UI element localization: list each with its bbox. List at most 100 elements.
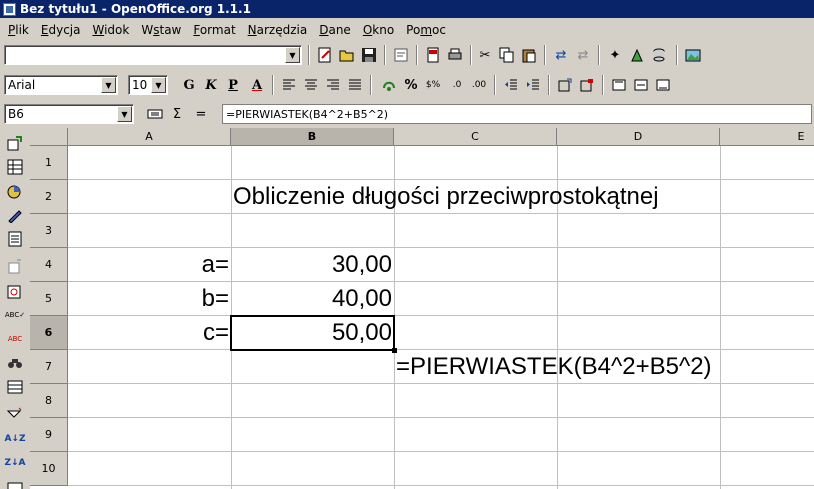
row-header-1[interactable]: 1 bbox=[30, 146, 68, 180]
sort-ascending-icon[interactable]: A↓Z bbox=[4, 428, 26, 450]
percent-format-icon[interactable]: % bbox=[400, 74, 422, 96]
edit-autofilter-icon[interactable] bbox=[4, 256, 26, 278]
chevron-down-icon[interactable]: ▼ bbox=[151, 77, 166, 93]
toolbar-separator bbox=[308, 45, 310, 65]
underline-button[interactable]: P bbox=[222, 74, 244, 96]
currency-format-icon[interactable] bbox=[378, 74, 400, 96]
stylist-icon[interactable] bbox=[626, 44, 648, 66]
delete-decimal-icon[interactable]: .00 bbox=[468, 74, 490, 96]
edit-file-icon[interactable] bbox=[314, 44, 336, 66]
url-combo[interactable]: ▼ bbox=[4, 45, 302, 65]
formula-input[interactable]: =PIERWIASTEK(B4^2+B5^2) bbox=[222, 104, 812, 124]
background-color-icon[interactable] bbox=[576, 74, 598, 96]
insert-icon[interactable] bbox=[4, 132, 26, 154]
align-top-icon[interactable] bbox=[608, 74, 630, 96]
column-header-e[interactable]: E bbox=[720, 128, 814, 146]
select-all-corner[interactable] bbox=[30, 128, 68, 146]
insert-cells-icon[interactable] bbox=[4, 156, 26, 178]
insert-table-icon[interactable] bbox=[4, 476, 26, 489]
column-header-c[interactable]: C bbox=[394, 128, 557, 146]
row-header-3[interactable]: 3 bbox=[30, 214, 68, 248]
data-source-browser-icon[interactable] bbox=[4, 376, 26, 398]
name-box-value: B6 bbox=[8, 107, 24, 121]
row-header-4[interactable]: 4 bbox=[30, 248, 68, 282]
autofilter-icon[interactable] bbox=[4, 404, 26, 426]
font-name-combo[interactable]: Arial ▼ bbox=[4, 75, 118, 95]
align-right-icon[interactable] bbox=[322, 74, 344, 96]
cell-a6[interactable]: c= bbox=[68, 316, 231, 350]
justify-icon[interactable] bbox=[344, 74, 366, 96]
menu-wstaw[interactable]: Wstaw bbox=[135, 23, 187, 37]
function-button[interactable]: = bbox=[190, 103, 212, 125]
navigator-icon[interactable]: ✦ bbox=[604, 44, 626, 66]
save-icon[interactable] bbox=[358, 44, 380, 66]
spreadsheet-grid[interactable]: A B C D E 1 2 3 4 5 6 7 8 9 10 Obliczeni… bbox=[30, 128, 814, 489]
function-wizard-icon[interactable] bbox=[144, 103, 166, 125]
cell-b5[interactable]: 40,00 bbox=[231, 282, 394, 316]
find-replace-icon[interactable] bbox=[4, 352, 26, 374]
cell-b2[interactable]: Obliczenie długości przeciwprostokątnej bbox=[231, 180, 811, 214]
row-header-2[interactable]: 2 bbox=[30, 180, 68, 214]
sort-descending-icon[interactable]: Z↓A bbox=[4, 452, 26, 474]
name-box[interactable]: B6 ▼ bbox=[4, 104, 134, 124]
undo-icon[interactable]: ⇄ bbox=[550, 44, 572, 66]
form-functions-icon[interactable] bbox=[4, 228, 26, 250]
menu-bar: Plik Edycja Widok Wstaw Format Narzędzia… bbox=[0, 19, 814, 40]
menu-plik[interactable]: Plik bbox=[2, 23, 35, 37]
align-center-icon[interactable] bbox=[300, 74, 322, 96]
menu-widok[interactable]: Widok bbox=[86, 23, 135, 37]
font-color-button[interactable]: A bbox=[246, 74, 268, 96]
font-size-combo[interactable]: 10 ▼ bbox=[128, 75, 168, 95]
autopilot-icon[interactable] bbox=[4, 280, 26, 302]
bold-button[interactable]: G bbox=[178, 74, 200, 96]
print-icon[interactable] bbox=[444, 44, 466, 66]
redo-icon[interactable]: ⇄ bbox=[572, 44, 594, 66]
cell-cursor bbox=[230, 315, 395, 351]
export-pdf-icon[interactable] bbox=[422, 44, 444, 66]
cell-a4[interactable]: a= bbox=[68, 248, 231, 282]
cut-icon[interactable]: ✂ bbox=[474, 44, 496, 66]
chevron-down-icon[interactable]: ▼ bbox=[101, 77, 116, 93]
cell-b4[interactable]: 30,00 bbox=[231, 248, 394, 282]
row-header-6[interactable]: 6 bbox=[30, 316, 68, 350]
cell-c7[interactable]: =PIERWIASTEK(B4^2+B5^2) bbox=[394, 350, 812, 384]
column-header-a[interactable]: A bbox=[68, 128, 231, 146]
increase-indent-icon[interactable] bbox=[522, 74, 544, 96]
standard-format-icon[interactable]: $% bbox=[422, 74, 444, 96]
align-left-icon[interactable] bbox=[278, 74, 300, 96]
row-header-9[interactable]: 9 bbox=[30, 418, 68, 452]
open-folder-icon[interactable] bbox=[336, 44, 358, 66]
row-header-8[interactable]: 8 bbox=[30, 384, 68, 418]
fill-handle[interactable] bbox=[392, 348, 397, 353]
column-header-d[interactable]: D bbox=[557, 128, 720, 146]
italic-button[interactable]: K bbox=[200, 74, 222, 96]
show-draw-functions-icon[interactable] bbox=[4, 204, 26, 226]
menu-edycja[interactable]: Edycja bbox=[35, 23, 87, 37]
menu-format[interactable]: Format bbox=[187, 23, 241, 37]
chevron-down-icon[interactable]: ▼ bbox=[285, 47, 300, 63]
spellcheck-icon[interactable]: ABC✓ bbox=[4, 304, 26, 326]
data-sources-icon[interactable] bbox=[648, 44, 670, 66]
sum-button[interactable]: Σ bbox=[166, 103, 188, 125]
gallery-icon[interactable] bbox=[682, 44, 704, 66]
insert-object-icon[interactable] bbox=[4, 180, 26, 202]
chevron-down-icon[interactable]: ▼ bbox=[117, 106, 132, 122]
menu-narzedzia[interactable]: Narzędzia bbox=[242, 23, 314, 37]
menu-okno[interactable]: Okno bbox=[357, 23, 400, 37]
paste-icon[interactable] bbox=[518, 44, 540, 66]
menu-pomoc[interactable]: Pomoc bbox=[400, 23, 452, 37]
borders-icon[interactable] bbox=[554, 74, 576, 96]
copy-icon[interactable] bbox=[496, 44, 518, 66]
row-header-10[interactable]: 10 bbox=[30, 452, 68, 486]
menu-dane[interactable]: Dane bbox=[313, 23, 357, 37]
autospellcheck-icon[interactable]: ABC bbox=[4, 328, 26, 350]
decrease-indent-icon[interactable] bbox=[500, 74, 522, 96]
add-decimal-icon[interactable]: .0 bbox=[446, 74, 468, 96]
edit-mode-icon[interactable] bbox=[390, 44, 412, 66]
row-header-5[interactable]: 5 bbox=[30, 282, 68, 316]
column-header-b[interactable]: B bbox=[231, 128, 394, 146]
align-bottom-icon[interactable] bbox=[652, 74, 674, 96]
cell-a5[interactable]: b= bbox=[68, 282, 231, 316]
row-header-7[interactable]: 7 bbox=[30, 350, 68, 384]
align-middle-icon[interactable] bbox=[630, 74, 652, 96]
